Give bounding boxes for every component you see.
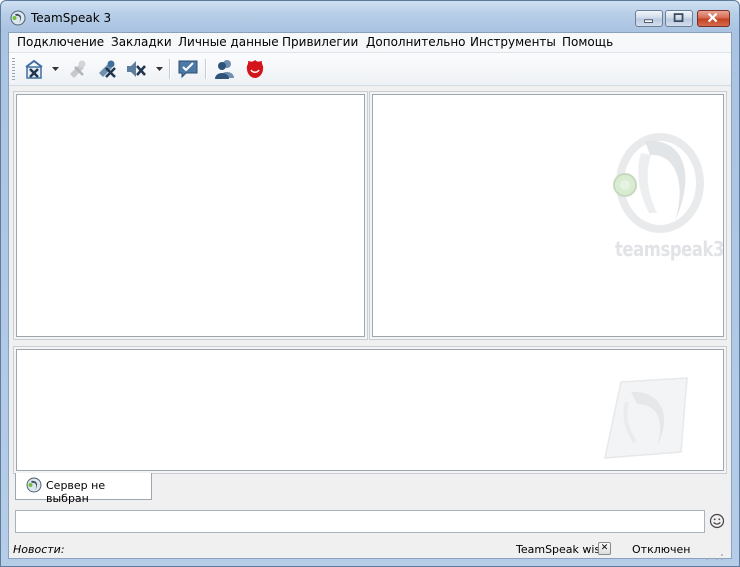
ts-red-sign-button[interactable] [242, 56, 268, 82]
menu-bookmarks[interactable]: Закладки [111, 35, 172, 49]
window-title: TeamSpeak 3 [31, 11, 112, 25]
tab-server[interactable]: Сервер не выбран [15, 473, 152, 505]
news-label: Новости: [13, 543, 65, 556]
toolbar-grip[interactable] [12, 58, 15, 80]
maximize-icon [673, 13, 684, 23]
watermark-text: teamspeak3 [615, 237, 725, 261]
close-icon [707, 12, 718, 23]
close-button[interactable] [697, 10, 730, 27]
disconnect-button[interactable] [21, 56, 47, 82]
disconnect-icon [25, 59, 43, 79]
mute-headset-icon [99, 60, 116, 78]
title-bar[interactable]: TeamSpeak 3 [1, 1, 739, 31]
connection-status: Отключен [632, 543, 691, 556]
mute-speakers-dropdown-icon[interactable] [156, 67, 163, 72]
main-window: TeamSpeak 3 Подключение Закладки Личные … [0, 0, 740, 567]
resize-grip-icon[interactable] [705, 553, 725, 561]
client-area: Подключение Закладки Личные данные Приви… [8, 32, 732, 561]
chat-frame [13, 346, 727, 474]
away-status-button[interactable] [175, 56, 201, 82]
menu-bar: Подключение Закладки Личные данные Приви… [9, 33, 731, 53]
mute-microphone-button[interactable] [64, 56, 90, 82]
away-status-icon [178, 60, 198, 79]
disconnect-dropdown-icon[interactable] [52, 67, 59, 72]
contacts-icon [215, 60, 234, 79]
mute-speakers-icon [127, 61, 146, 77]
menu-tools[interactable]: Инструменты [470, 35, 556, 49]
toolbar-separator [205, 59, 207, 79]
mute-microphone-icon [70, 60, 86, 78]
status-bar: Новости: TeamSpeak wis ✕ Отключен [9, 539, 731, 561]
tab-server-label: Сервер не выбран [46, 479, 106, 505]
mute-headset-button[interactable] [94, 56, 120, 82]
channel-tree[interactable] [16, 94, 365, 337]
chat-log [16, 349, 724, 471]
menu-help[interactable]: Помощь [562, 35, 613, 49]
info-frame: teamspeak3 [369, 91, 727, 340]
minimize-button[interactable] [635, 10, 663, 27]
menu-self[interactable]: Личные данные [178, 35, 279, 49]
menu-permissions[interactable]: Привилегии [282, 35, 358, 49]
smiley-icon[interactable] [709, 513, 725, 529]
info-panel: teamspeak3 [372, 94, 724, 337]
mute-speakers-button[interactable] [123, 56, 149, 82]
minimize-icon [644, 19, 653, 23]
contacts-button[interactable] [212, 56, 238, 82]
toolbar [9, 53, 731, 86]
channel-tree-frame [13, 91, 368, 340]
menu-extras[interactable]: Дополнительно [366, 35, 466, 49]
notification-close-button[interactable]: ✕ [598, 542, 611, 555]
maximize-button[interactable] [665, 10, 693, 27]
chat-input[interactable] [15, 510, 705, 533]
ts-red-sign-icon [246, 60, 264, 78]
notification-text: TeamSpeak wis [516, 543, 601, 556]
menu-connection[interactable]: Подключение [17, 35, 104, 49]
teamspeak-logo-icon [10, 10, 26, 26]
teamspeak-logo-icon [26, 477, 42, 493]
toolbar-separator [169, 59, 171, 79]
teamspeak-watermark-icon [613, 133, 704, 233]
chat-watermark-icon [604, 377, 688, 459]
